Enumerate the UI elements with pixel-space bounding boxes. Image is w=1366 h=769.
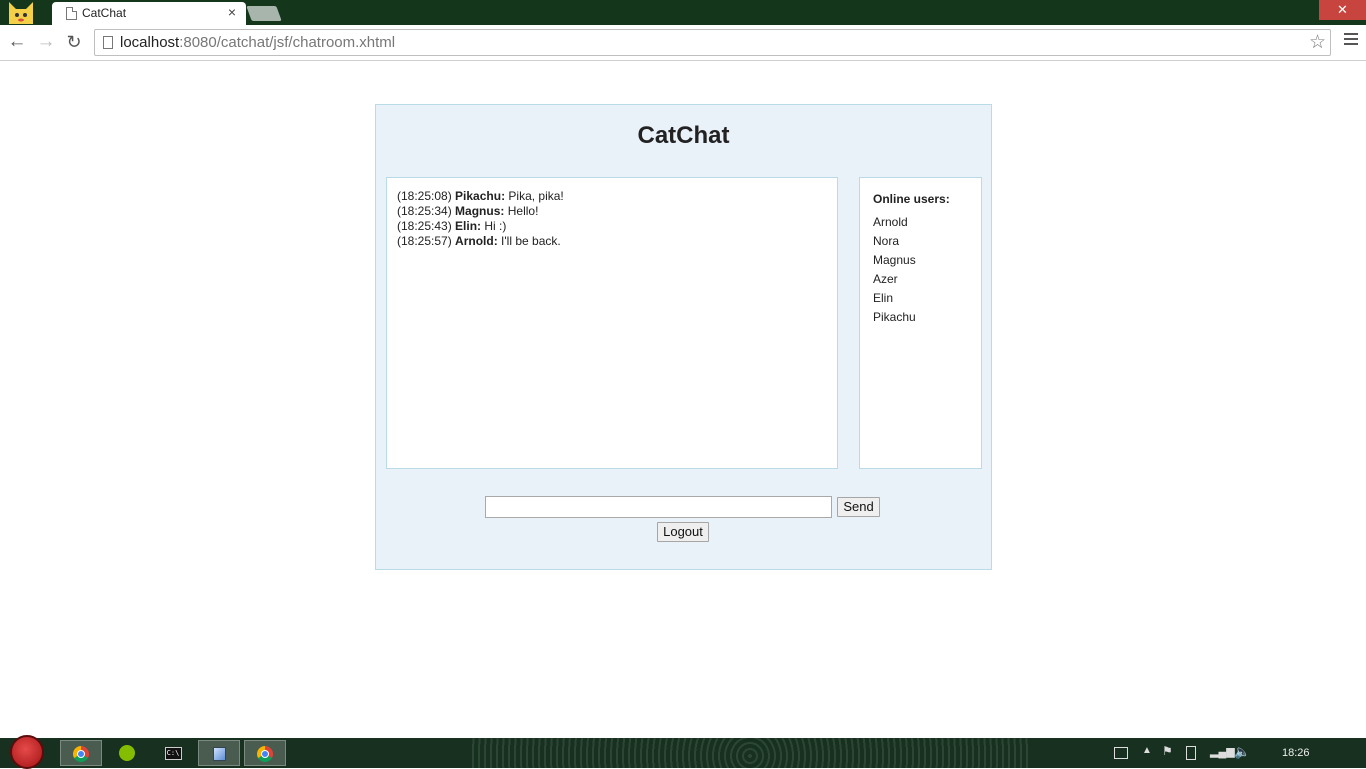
chat-message: (18:25:34) Magnus: Hello!	[397, 204, 539, 218]
chrome-icon	[257, 746, 273, 762]
close-window-button[interactable]: ✕	[1319, 0, 1366, 20]
online-user: Elin	[873, 291, 894, 305]
chevron-up-icon[interactable]: ▲	[1142, 745, 1156, 757]
signal-icon[interactable]: ▂▄▆	[1210, 745, 1235, 758]
online-user: Pikachu	[873, 310, 916, 324]
logout-button[interactable]: Logout	[657, 522, 709, 542]
taskbar-cmd-button[interactable]: C:\	[152, 740, 194, 766]
taskbar: C:\ ▲ ⚑ ▂▄▆ 🔈 18:26	[0, 735, 1366, 769]
send-button[interactable]: Send	[837, 497, 880, 517]
url-text: localhost:8080/catchat/jsf/chatroom.xhtm…	[120, 34, 396, 51]
online-users-title: Online users:	[873, 192, 950, 206]
page-icon	[66, 7, 77, 20]
volume-icon[interactable]: 🔈	[1234, 744, 1250, 759]
tab-close-icon[interactable]: ×	[228, 4, 236, 20]
taskbar-clock[interactable]: 18:26	[1282, 747, 1310, 759]
chat-message: (18:25:08) Pikachu: Pika, pika!	[397, 189, 564, 203]
bookmark-star-icon[interactable]: ☆	[1309, 31, 1326, 54]
chrome-icon	[73, 746, 89, 762]
browser-titlebar: CatChat × ✕	[0, 0, 1366, 26]
profile-avatar-icon[interactable]	[6, 0, 36, 24]
chat-panel: CatChat (18:25:08) Pikachu: Pika, pika! …	[375, 104, 992, 570]
page-title: CatChat	[637, 122, 730, 149]
forward-arrow-icon[interactable]: →	[35, 31, 57, 53]
browser-toolbar: ← → ↻ localhost:8080/catchat/jsf/chatroo…	[0, 25, 1366, 61]
spotify-icon	[119, 745, 135, 761]
window-controls: ✕	[1267, 0, 1366, 20]
message-input[interactable]	[485, 496, 832, 518]
address-bar[interactable]: localhost:8080/catchat/jsf/chatroom.xhtm…	[94, 29, 1331, 56]
online-user: Arnold	[873, 215, 908, 229]
taskbar-chrome-active-button[interactable]	[244, 740, 286, 766]
keyboard-icon[interactable]	[1114, 747, 1128, 759]
maximize-button[interactable]	[1293, 0, 1319, 20]
command-prompt-icon: C:\	[164, 747, 182, 760]
back-arrow-icon[interactable]: ←	[6, 31, 28, 53]
chat-message: (18:25:57) Arnold: I'll be back.	[397, 234, 561, 248]
tab-catchat[interactable]: CatChat ×	[52, 2, 246, 26]
online-user: Nora	[873, 234, 900, 248]
action-center-flag-icon[interactable]: ⚑	[1162, 744, 1176, 758]
online-users-box: Online users: Arnold Nora Magnus Azer El…	[859, 177, 982, 469]
taskbar-app-button[interactable]	[198, 740, 240, 766]
system-tray: ▲ ⚑ ▂▄▆ 🔈 18:26	[1106, 738, 1366, 768]
battery-icon[interactable]	[1186, 746, 1196, 760]
minimize-button[interactable]	[1267, 0, 1293, 20]
taskbar-chrome-button[interactable]	[60, 740, 102, 766]
taskbar-background-pattern	[470, 738, 1030, 768]
taskbar-spotify-button[interactable]	[106, 740, 148, 766]
menu-icon[interactable]	[1344, 33, 1358, 47]
chat-message: (18:25:43) Elin: Hi :)	[397, 219, 507, 233]
start-button[interactable]	[10, 735, 44, 769]
online-user: Magnus	[873, 253, 916, 267]
reload-icon[interactable]: ↻	[63, 31, 85, 53]
new-tab-button[interactable]	[246, 6, 282, 21]
page-icon	[103, 36, 113, 49]
online-user: Azer	[873, 272, 898, 286]
messages-box: (18:25:08) Pikachu: Pika, pika! (18:25:3…	[386, 177, 838, 469]
tab-title: CatChat	[82, 6, 127, 20]
virtualbox-icon	[212, 747, 226, 761]
